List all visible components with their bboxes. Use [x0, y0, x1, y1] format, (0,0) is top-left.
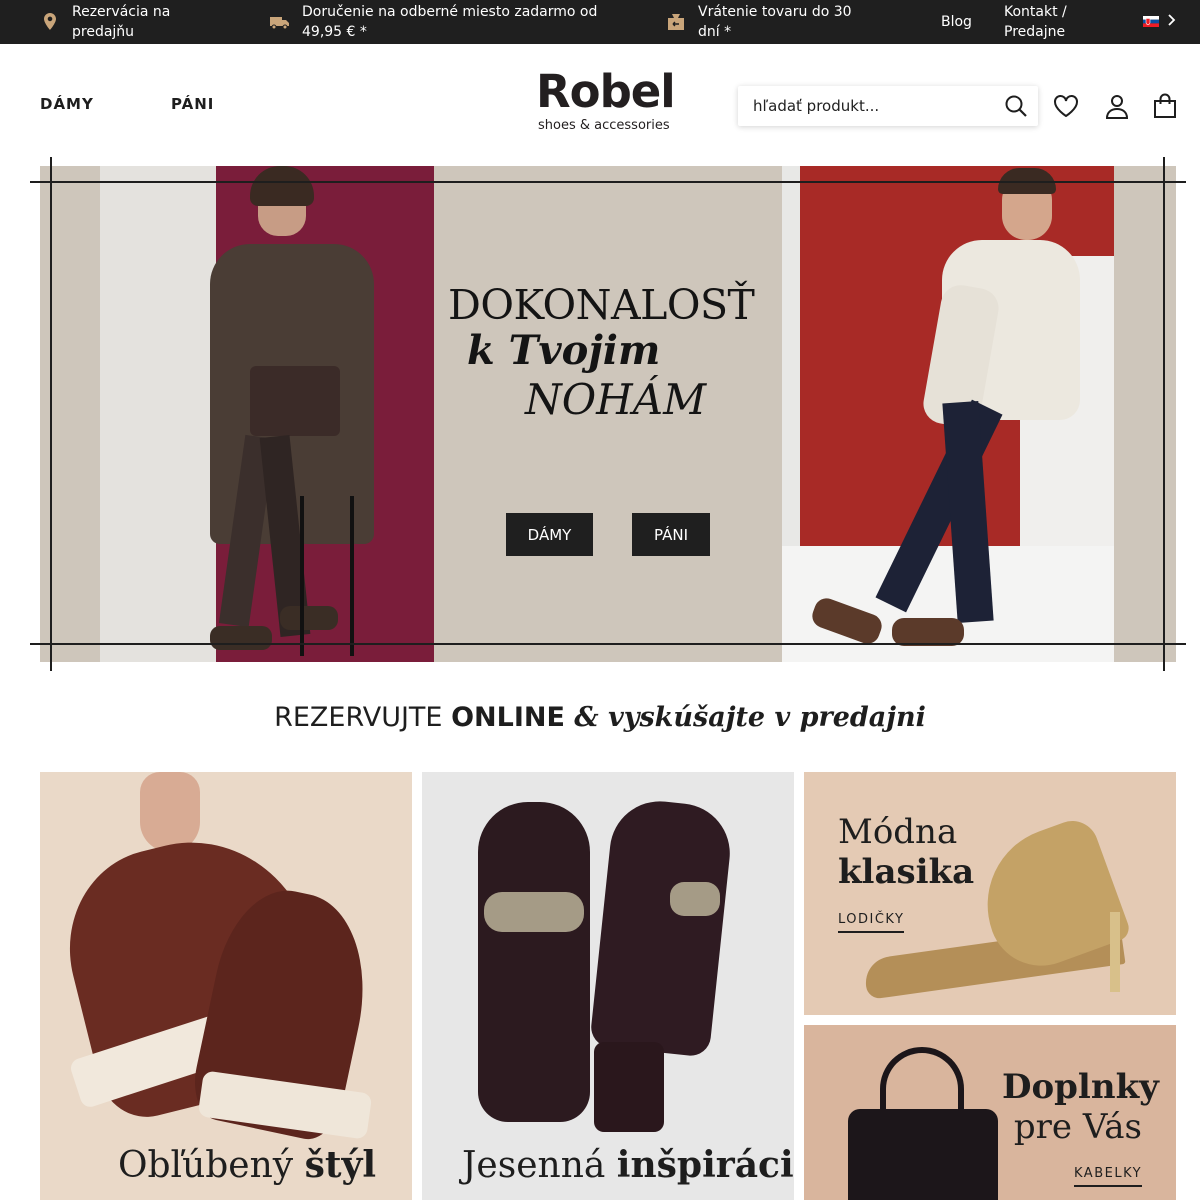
- tile-favorite-style[interactable]: Obľúbený štýl: [40, 772, 412, 1200]
- contact-line2: Predajne: [1004, 24, 1066, 40]
- tile-classic-fashion[interactable]: Módna klasika LODIČKY: [804, 772, 1176, 1015]
- tagline-part2: ONLINE: [451, 702, 565, 733]
- hero-men-photo: [782, 166, 1114, 662]
- hero-line2: k Tvojim: [467, 327, 661, 374]
- logo-tagline: shoes & accessories: [538, 118, 670, 133]
- contact-stores-link[interactable]: Kontakt / Predajne: [1004, 2, 1067, 42]
- tile-autumn-caption-light: Jesenná: [462, 1145, 617, 1186]
- tile-classic-title-light: Módna: [838, 812, 958, 852]
- topbar-reservation-line2: predajňu: [72, 24, 135, 40]
- tile-classic-title-bold: klasika: [838, 852, 975, 892]
- hero-frame-top: [30, 181, 1186, 183]
- tile-autumn-inspiration[interactable]: Jesenná inšpirácia: [422, 772, 794, 1200]
- slovak-flag-icon[interactable]: [1143, 16, 1159, 27]
- contact-line1: Kontakt /: [1004, 4, 1067, 20]
- hero-men-button[interactable]: PÁNI: [632, 513, 710, 556]
- nav-women[interactable]: DÁMY: [40, 95, 94, 113]
- tile-accessories[interactable]: Doplnky pre Vás KABELKY: [804, 1025, 1176, 1200]
- tile-autumn-caption-bold: inšpirácia: [616, 1144, 794, 1186]
- search-input[interactable]: [738, 86, 993, 126]
- hero-banner: DOKONALOSŤ k Tvojim NOHÁM DÁMY PÁNI: [40, 166, 1176, 662]
- delivery-truck-icon: [270, 17, 289, 30]
- return-box-icon: [668, 14, 684, 30]
- top-info-bar: Rezervácia na predajňu Doručenie na odbe…: [0, 0, 1200, 44]
- hero-frame-bottom: [30, 643, 1186, 645]
- heart-icon[interactable]: [1052, 92, 1080, 120]
- loafer-left: [478, 802, 590, 1122]
- location-pin-icon: [44, 13, 56, 30]
- nav-men[interactable]: PÁNI: [171, 95, 214, 113]
- handbags-link[interactable]: KABELKY: [1074, 1166, 1143, 1187]
- loafer-right: [589, 796, 735, 1058]
- hero-women-photo: [100, 166, 434, 662]
- topbar-returns[interactable]: Vrátenie tovaru do 30 dní *: [664, 2, 852, 42]
- chevron-right-icon[interactable]: [1166, 13, 1176, 27]
- robel-logo[interactable]: Robel shoes & accessories: [536, 66, 682, 138]
- topbar-delivery[interactable]: Doručenie na odberné miesto zadarmo od 4…: [268, 2, 597, 42]
- hero-line3: NOHÁM: [525, 375, 707, 424]
- hero-frame-right: [1163, 157, 1165, 671]
- tile-favorite-caption-bold: štýl: [304, 1144, 377, 1186]
- reserve-tagline: REZERVUJTE ONLINE & vyskúšajte v predajn…: [0, 702, 1200, 733]
- tagline-part1: REZERVUJTE: [274, 702, 452, 733]
- shopping-bag-icon[interactable]: [1151, 92, 1179, 120]
- hero-frame-left: [50, 157, 52, 671]
- topbar-delivery-line1: Doručenie na odberné miesto zadarmo od: [302, 4, 598, 20]
- logo-wordmark: Robel: [536, 65, 676, 118]
- topbar-returns-line1: Vrátenie tovaru do 30: [698, 4, 852, 20]
- topbar-delivery-line2: 49,95 € *: [302, 24, 367, 40]
- pumps-link[interactable]: LODIČKY: [838, 912, 905, 933]
- tile-accessories-title-light: pre Vás: [1013, 1107, 1142, 1147]
- hero-line1: DOKONALOSŤ: [448, 281, 755, 329]
- search-box: [738, 86, 1038, 126]
- topbar-reservation[interactable]: Rezervácia na predajňu: [38, 2, 170, 42]
- tile-favorite-caption-light: Obľúbený: [118, 1145, 305, 1186]
- tagline-part3: & vyskúšajte v predajni: [564, 702, 926, 733]
- tile-accessories-title-bold: Doplnky: [1002, 1067, 1159, 1107]
- search-icon[interactable]: [1004, 94, 1028, 118]
- topbar-returns-line2: dní *: [698, 24, 732, 40]
- blog-link[interactable]: Blog: [941, 12, 972, 32]
- hero-women-button[interactable]: DÁMY: [506, 513, 593, 556]
- user-icon[interactable]: [1103, 92, 1131, 120]
- topbar-reservation-line1: Rezervácia na: [72, 4, 171, 20]
